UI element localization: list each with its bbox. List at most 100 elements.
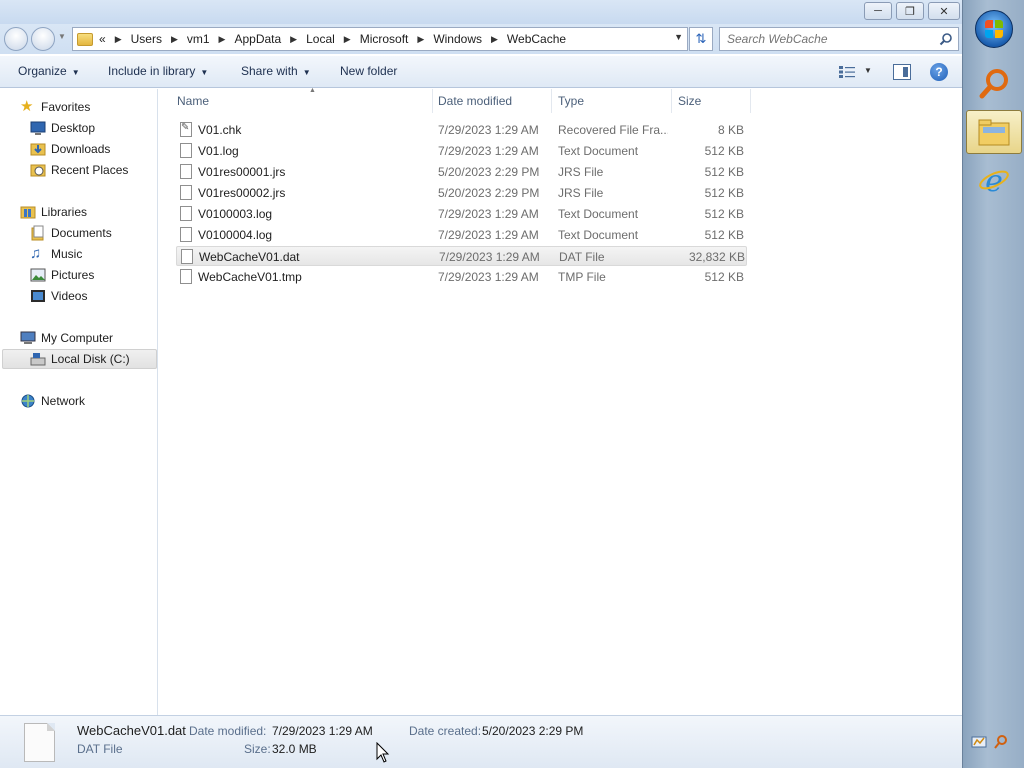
address-dropdown-icon[interactable]: ▼: [674, 32, 683, 42]
title-bar: ─ ❐ ✕: [0, 0, 962, 24]
details-file-type: DAT File: [77, 742, 123, 756]
chevron-right-icon[interactable]: ▶: [219, 34, 226, 45]
nav-network[interactable]: Network: [20, 391, 85, 411]
taskbar-ie-button[interactable]: e: [966, 158, 1022, 202]
nav-label: Network: [41, 394, 86, 408]
table-row[interactable]: V01res00002.jrs 5/20/2023 2:29 PM JRS File…: [176, 183, 747, 203]
refresh-button[interactable]: ⇅: [689, 27, 713, 51]
breadcrumb-appdata[interactable]: AppData: [234, 32, 281, 46]
search-input[interactable]: [727, 32, 927, 46]
preview-pane-icon[interactable]: [893, 64, 911, 80]
size-cell: 512 KB: [704, 270, 744, 284]
nav-documents[interactable]: Documents: [30, 223, 112, 243]
chevron-right-icon[interactable]: ▶: [344, 34, 351, 45]
chevron-right-icon[interactable]: ▶: [115, 34, 122, 45]
table-row[interactable]: V01.chk 7/29/2023 1:29 AM Recovered File F…: [176, 120, 747, 140]
taskbar-search-button[interactable]: [966, 62, 1022, 106]
breadcrumb-windows[interactable]: Windows: [433, 32, 482, 46]
column-header-name[interactable]: Name ▲: [171, 87, 433, 113]
pictures-icon: [30, 268, 46, 282]
back-button[interactable]: [4, 27, 28, 51]
nav-desktop[interactable]: Desktop: [30, 118, 95, 138]
music-icon: ♫: [30, 245, 42, 262]
nav-favorites[interactable]: ★ Favorites: [20, 97, 90, 117]
recent-pages-icon[interactable]: ▼: [58, 32, 66, 41]
column-label: Name: [177, 94, 210, 108]
details-date-modified-value: 7/29/2023 1:29 AM: [272, 724, 373, 738]
file-icon: [180, 122, 192, 137]
libraries-icon: [20, 206, 36, 219]
date-modified-cell: 5/20/2023 2:29 PM: [438, 186, 540, 200]
forward-button[interactable]: [31, 27, 55, 51]
taskbar-explorer-button[interactable]: [966, 110, 1022, 154]
nav-recent-places[interactable]: Recent Places: [30, 160, 128, 180]
file-icon: [180, 206, 192, 221]
chevron-right-icon[interactable]: ▶: [491, 34, 498, 45]
tray-search-icon[interactable]: [993, 734, 1009, 750]
file-icon: [24, 723, 55, 762]
file-icon: [181, 249, 193, 264]
date-modified-cell: 5/20/2023 2:29 PM: [438, 165, 540, 179]
type-cell: Text Document: [558, 228, 639, 242]
new-folder-label: New folder: [340, 64, 398, 78]
share-with-button[interactable]: Share with ▼: [241, 64, 311, 78]
minimize-icon: ─: [874, 5, 882, 17]
breadcrumb-microsoft[interactable]: Microsoft: [360, 32, 409, 46]
maximize-button[interactable]: ❐: [896, 2, 924, 20]
search-box[interactable]: [719, 27, 959, 51]
organize-button[interactable]: Organize ▼: [18, 64, 80, 78]
chevron-right-icon[interactable]: ▶: [290, 34, 297, 45]
new-folder-button[interactable]: New folder: [340, 64, 397, 78]
chevron-right-icon[interactable]: ▶: [417, 34, 424, 45]
file-name-cell: V01res00002.jrs: [198, 186, 286, 200]
close-button[interactable]: ✕: [928, 2, 960, 20]
file-name-cell: WebCacheV01.tmp: [198, 270, 302, 284]
help-button[interactable]: ?: [930, 63, 948, 81]
recent-places-icon: [30, 164, 46, 177]
breadcrumb-users[interactable]: Users: [131, 32, 162, 46]
table-row[interactable]: V01.log 7/29/2023 1:29 AM Text Document 512…: [176, 141, 747, 161]
column-label: Type: [558, 94, 585, 108]
search-icon[interactable]: [939, 32, 953, 46]
nav-local-disk[interactable]: Local Disk (C:): [2, 349, 157, 369]
nav-label: Downloads: [51, 142, 111, 156]
taskbar: e: [962, 0, 1024, 768]
nav-my-computer[interactable]: My Computer: [20, 328, 113, 348]
nav-videos[interactable]: Videos: [30, 286, 87, 306]
details-pane: WebCacheV01.dat DAT File Date modified: …: [0, 715, 962, 768]
action-center-icon[interactable]: [971, 734, 987, 750]
minimize-button[interactable]: ─: [864, 2, 892, 20]
size-cell: 512 KB: [704, 186, 744, 200]
file-name-cell: V01.chk: [198, 123, 242, 137]
table-row[interactable]: WebCacheV01.tmp 7/29/2023 1:29 AM TMP File…: [176, 267, 747, 287]
breadcrumb-webcache[interactable]: WebCache: [507, 32, 566, 46]
view-options-icon[interactable]: ▼: [864, 66, 872, 75]
details-date-created-label: Date created:: [409, 724, 482, 738]
breadcrumb-overflow[interactable]: «: [99, 32, 106, 46]
address-bar[interactable]: « ▶ Users ▶ vm1 ▶ AppData ▶ Local ▶ Micr…: [72, 27, 688, 51]
size-cell: 8 KB: [717, 123, 744, 137]
table-row[interactable]: V0100004.log 7/29/2023 1:29 AM Text Docume…: [176, 225, 747, 245]
nav-pictures[interactable]: Pictures: [30, 265, 94, 285]
nav-music[interactable]: ♫ Music: [30, 244, 82, 264]
column-header-size[interactable]: Size: [672, 89, 751, 113]
table-row[interactable]: V01res00001.jrs 5/20/2023 2:29 PM JRS File…: [176, 162, 747, 182]
navigation-pane: ★ Favorites Desktop Downloads Recent Pla…: [0, 89, 158, 715]
table-row[interactable]: WebCacheV01.dat 7/29/2023 1:29 AM DAT File…: [176, 246, 747, 266]
include-in-library-label: Include in library: [108, 64, 196, 78]
type-cell: TMP File: [558, 270, 606, 284]
breadcrumb-vm1[interactable]: vm1: [187, 32, 210, 46]
start-button[interactable]: [975, 10, 1013, 48]
include-in-library-button[interactable]: Include in library ▼: [108, 64, 208, 78]
nav-libraries[interactable]: Libraries: [20, 202, 87, 222]
file-icon: [180, 143, 192, 158]
change-view-icon[interactable]: [838, 65, 856, 79]
table-row[interactable]: V0100003.log 7/29/2023 1:29 AM Text Docume…: [176, 204, 747, 224]
nav-label: Local Disk (C:): [51, 352, 130, 366]
command-toolbar: Organize ▼ Include in library ▼ Share with…: [0, 56, 962, 88]
column-header-type[interactable]: Type: [552, 89, 672, 113]
nav-downloads[interactable]: Downloads: [30, 139, 110, 159]
column-header-date-modified[interactable]: Date modified: [432, 89, 552, 113]
chevron-right-icon[interactable]: ▶: [171, 34, 178, 45]
breadcrumb-local[interactable]: Local: [306, 32, 335, 46]
